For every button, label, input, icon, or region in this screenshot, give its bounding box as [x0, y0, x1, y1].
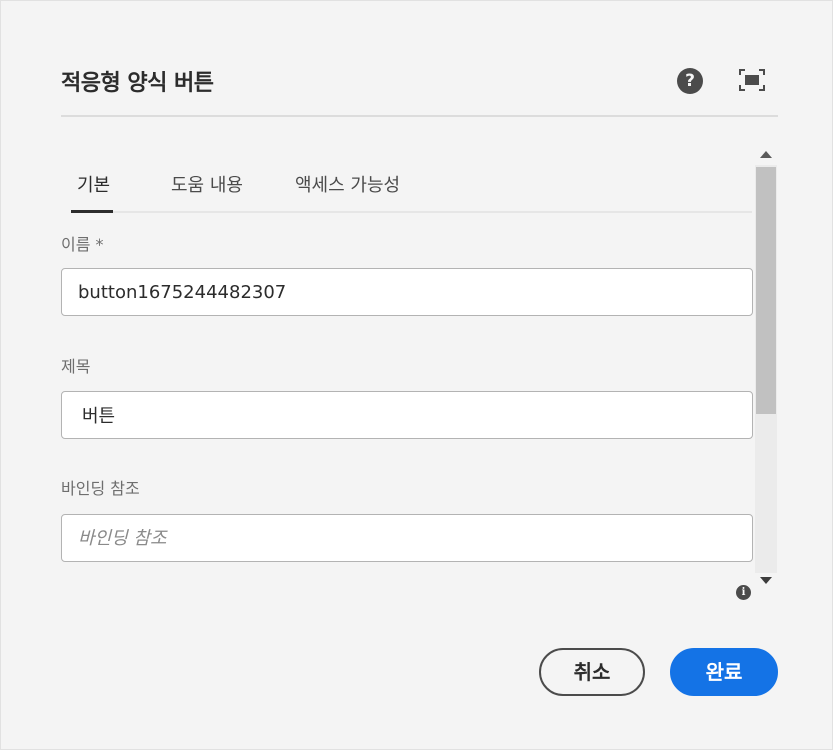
tab-help-content[interactable]: 도움 내용 — [171, 171, 243, 197]
tab-accessibility[interactable]: 액세스 가능성 — [295, 171, 400, 197]
scrollbar[interactable] — [755, 143, 777, 595]
scroll-up-arrow-icon[interactable] — [760, 151, 772, 158]
scroll-down-arrow-icon[interactable] — [760, 577, 772, 584]
name-field-label: 이름 * — [61, 235, 104, 254]
binding-ref-field-label: 바인딩 참조 — [61, 479, 140, 498]
done-button[interactable]: 완료 — [670, 648, 778, 696]
title-input[interactable] — [61, 391, 753, 439]
scroll-thumb[interactable] — [756, 167, 776, 414]
title-field-label: 제목 — [61, 357, 91, 376]
dialog-header: 적응형 양식 버튼 ? — [61, 57, 778, 117]
binding-ref-input[interactable] — [61, 514, 753, 562]
tab-divider — [71, 211, 752, 213]
name-input[interactable] — [61, 268, 753, 316]
active-tab-indicator — [71, 210, 113, 213]
cancel-button[interactable]: 취소 — [539, 648, 645, 696]
tab-basic[interactable]: 기본 — [77, 171, 110, 197]
dialog-title: 적응형 양식 버튼 — [61, 71, 214, 96]
info-icon[interactable]: i — [736, 585, 751, 600]
tab-bar: 기본 도움 내용 액세스 가능성 — [61, 161, 752, 214]
help-circle-icon[interactable]: ? — [677, 68, 703, 94]
fullscreen-icon[interactable] — [739, 69, 765, 91]
dialog: 적응형 양식 버튼 ? 기본 도움 내용 액세스 가능성 이름 * 제목 바인딩… — [0, 0, 833, 750]
